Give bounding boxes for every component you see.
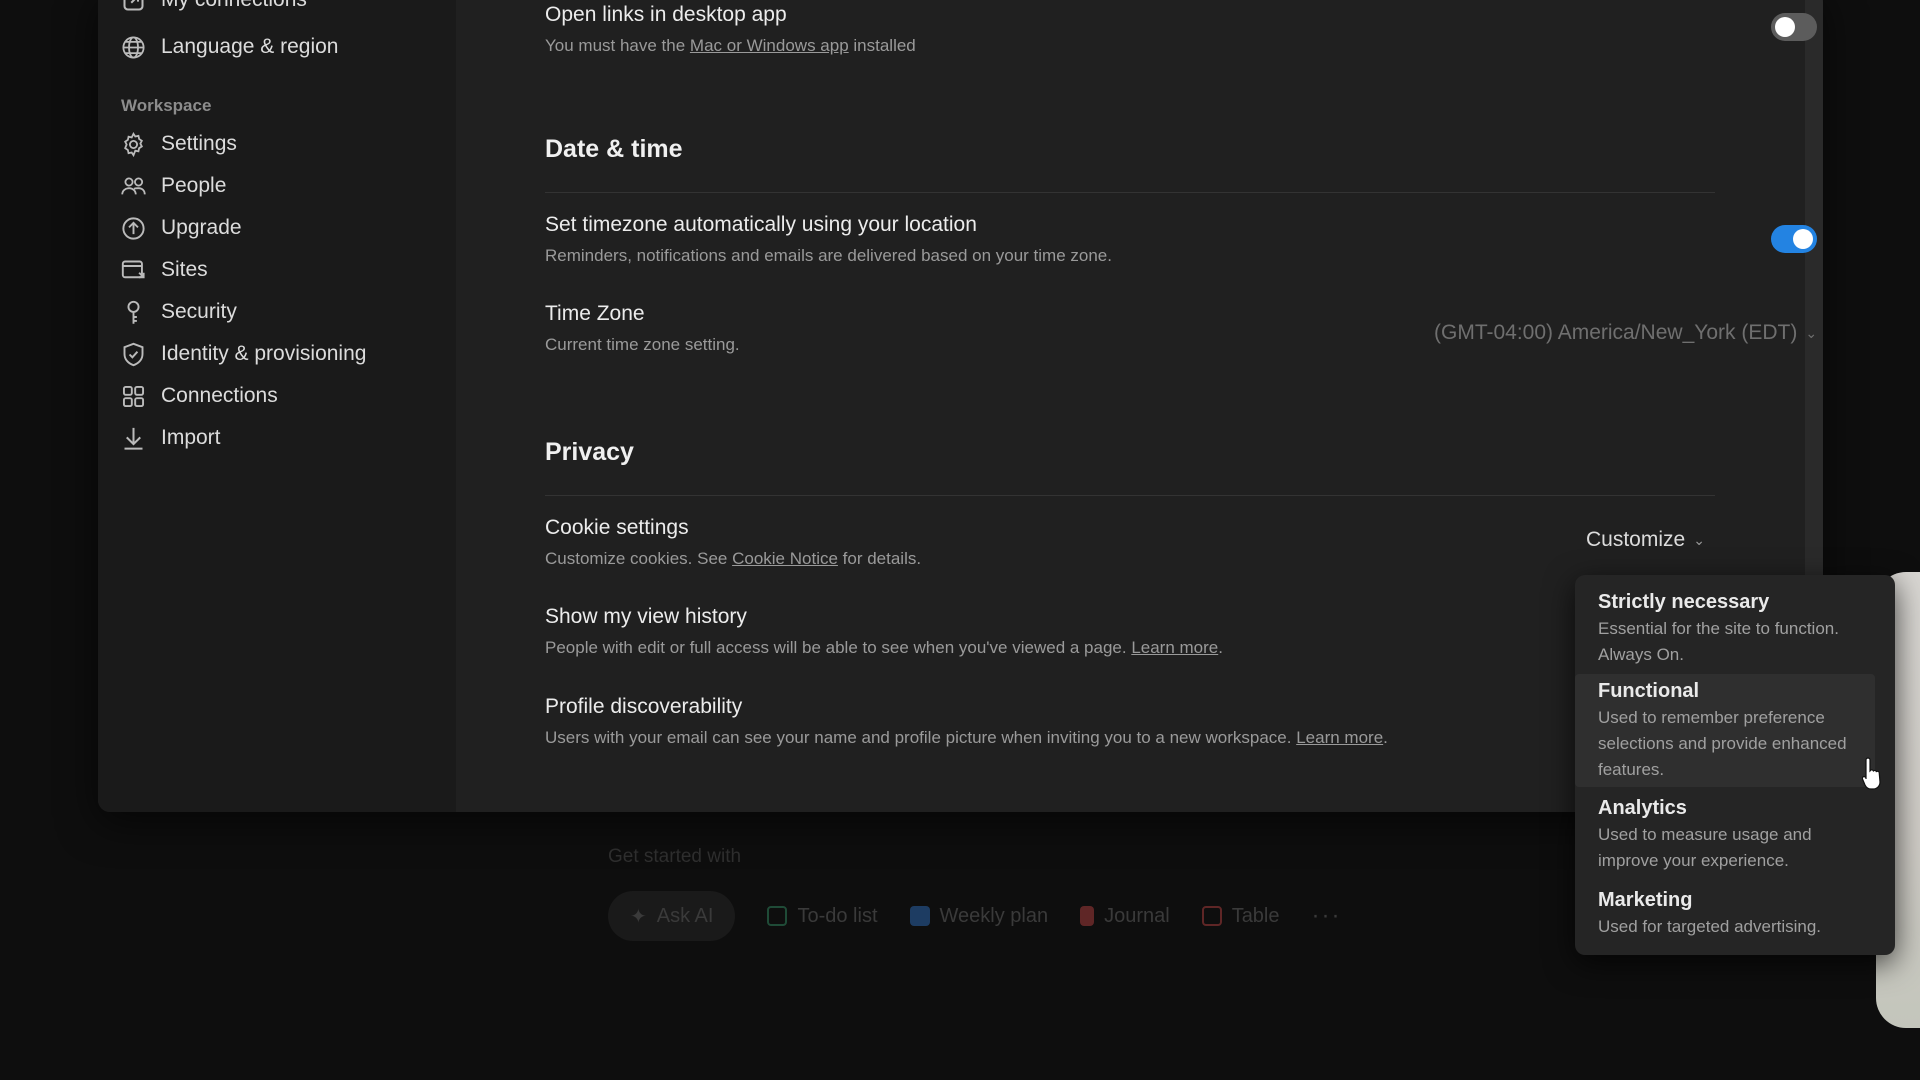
view-history-desc: People with edit or full access will be … <box>545 638 1223 657</box>
privacy-heading: Privacy <box>545 438 634 466</box>
menu-option-strictly-necessary[interactable]: Strictly necessary Essential for the sit… <box>1575 588 1875 668</box>
table-button[interactable]: Table <box>1201 891 1280 941</box>
settings-modal: My connections Language & region Workspa… <box>98 0 1823 812</box>
sidebar-item-people[interactable]: People <box>120 168 226 204</box>
sidebar-item-label: Import <box>161 426 221 449</box>
journal-button[interactable]: Journal <box>1080 891 1170 941</box>
screen: Get started with ✦ Ask AI To-do list Wee… <box>0 0 1920 1080</box>
get-started-label: Get started with <box>608 846 742 867</box>
shield-check-icon <box>123 342 144 366</box>
bookmark-icon <box>1080 906 1095 926</box>
menu-option-marketing[interactable]: Marketing Used for targeted advertising. <box>1575 886 1875 940</box>
checkbox-icon <box>767 906 788 926</box>
discoverability-learn-more-link[interactable]: Learn more <box>1296 728 1383 747</box>
gear-icon <box>124 131 143 157</box>
settings-sidebar: My connections Language & region Workspa… <box>98 0 456 812</box>
sidebar-item-sites[interactable]: Sites <box>120 252 208 288</box>
chevron-down-icon: ⌄ <box>1805 324 1818 341</box>
grid-icon <box>122 385 145 407</box>
weekly-plan-button[interactable]: Weekly plan <box>909 891 1048 941</box>
time-zone-title: Time Zone <box>545 302 645 325</box>
sites-icon <box>121 260 145 278</box>
sidebar-item-import[interactable]: Import <box>120 420 221 456</box>
people-icon <box>121 177 146 194</box>
menu-option-functional[interactable]: Functional Used to remember preference s… <box>1575 674 1875 787</box>
time-zone-desc: Current time zone setting. <box>545 335 740 354</box>
view-history-learn-more-link[interactable]: Learn more <box>1131 638 1218 657</box>
todo-list-button[interactable]: To-do list <box>767 891 878 941</box>
download-icon <box>124 427 143 450</box>
auto-timezone-desc: Reminders, notifications and emails are … <box>545 246 1112 265</box>
open-links-title: Open links in desktop app <box>545 3 787 26</box>
get-started-actions: ✦ Ask AI To-do list Weekly plan Journal … <box>608 891 1341 941</box>
sidebar-item-my-connections[interactable]: My connections <box>120 0 307 18</box>
cookie-settings-title: Cookie settings <box>545 516 689 539</box>
sparkle-icon: ✦ <box>630 905 647 928</box>
sidebar-item-label: Upgrade <box>161 216 242 239</box>
cookie-options-menu: Strictly necessary Essential for the sit… <box>1575 575 1895 955</box>
cookie-customize-select[interactable]: Customize ⌄ <box>1586 528 1705 552</box>
mac-windows-app-link[interactable]: Mac or Windows app <box>690 36 849 55</box>
sidebar-item-upgrade[interactable]: Upgrade <box>120 210 242 246</box>
pointer-cursor-icon <box>1862 757 1881 790</box>
sidebar-item-label: Settings <box>161 132 237 155</box>
profile-discoverability-desc: Users with your email can see your name … <box>545 728 1388 747</box>
open-links-desc: You must have the Mac or Windows app ins… <box>545 36 916 55</box>
sidebar-item-connections[interactable]: Connections <box>120 378 278 414</box>
sidebar-item-label: Sites <box>161 258 208 281</box>
sidebar-item-label: My connections <box>161 0 307 12</box>
menu-option-analytics[interactable]: Analytics Used to measure usage and impr… <box>1575 794 1875 874</box>
sidebar-item-label: Connections <box>161 384 278 407</box>
cookie-notice-link[interactable]: Cookie Notice <box>732 549 838 568</box>
sidebar-item-identity-provisioning[interactable]: Identity & provisioning <box>120 336 366 372</box>
time-zone-select[interactable]: (GMT-04:00) America/New_York (EDT) ⌄ <box>1434 321 1817 345</box>
view-history-title: Show my view history <box>545 605 747 628</box>
divider <box>545 192 1715 193</box>
sidebar-item-language-region[interactable]: Language & region <box>120 29 339 65</box>
globe-icon <box>122 35 145 59</box>
auto-timezone-title: Set timezone automatically using your lo… <box>545 213 977 236</box>
calendar-icon <box>909 906 930 926</box>
date-time-heading: Date & time <box>545 135 683 163</box>
sidebar-item-security[interactable]: Security <box>120 294 237 330</box>
table-icon <box>1201 906 1222 926</box>
sidebar-item-label: People <box>161 174 227 197</box>
sidebar-item-settings[interactable]: Settings <box>120 126 237 162</box>
key-icon <box>127 300 140 324</box>
external-link-icon <box>123 0 144 11</box>
sidebar-item-label: Security <box>161 300 237 323</box>
sidebar-item-label: Language & region <box>161 35 339 58</box>
cookie-settings-desc: Customize cookies. See Cookie Notice for… <box>545 549 922 568</box>
profile-discoverability-title: Profile discoverability <box>545 695 743 718</box>
more-icon[interactable]: ··· <box>1312 902 1342 930</box>
workspace-heading: Workspace <box>121 96 212 115</box>
auto-timezone-toggle[interactable] <box>1771 225 1817 253</box>
sidebar-item-label: Identity & provisioning <box>161 342 367 365</box>
open-links-toggle[interactable] <box>1771 13 1817 41</box>
chevron-down-icon: ⌄ <box>1693 531 1705 548</box>
divider <box>545 495 1715 496</box>
upgrade-icon <box>122 216 145 240</box>
ask-ai-button[interactable]: ✦ Ask AI <box>608 891 736 941</box>
